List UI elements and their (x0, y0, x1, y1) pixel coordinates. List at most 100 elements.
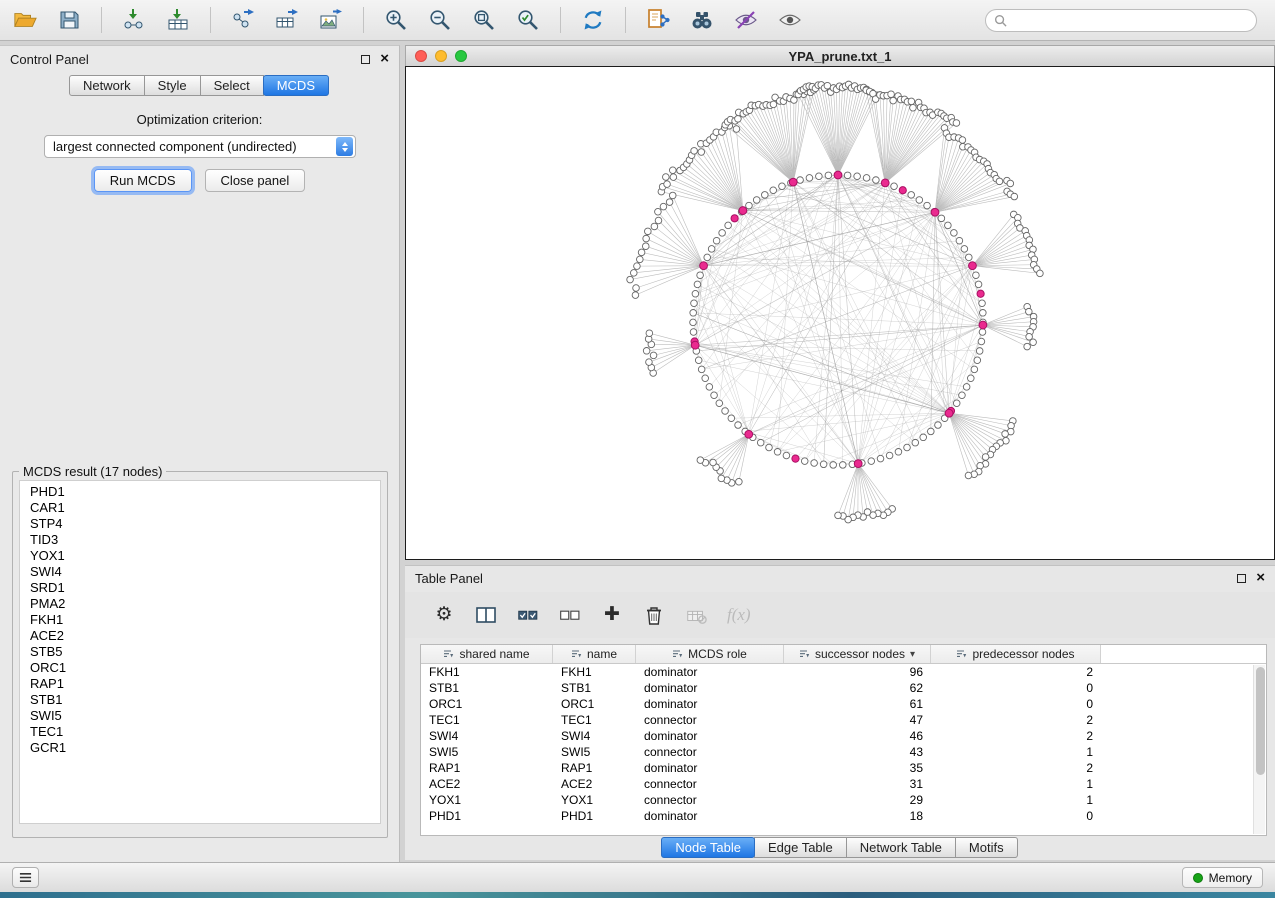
zoom-window-icon[interactable] (455, 50, 467, 62)
columns-icon (475, 604, 497, 626)
table-row[interactable]: STB1STB1dominator620 (421, 680, 1266, 696)
import-network-button[interactable] (119, 5, 149, 35)
table-row[interactable]: YOX1YOX1connector291 (421, 792, 1266, 808)
mcds-result-item[interactable]: STP4 (30, 516, 380, 532)
table-row[interactable]: ACE2ACE2connector311 (421, 776, 1266, 792)
network-graph[interactable] (406, 67, 1274, 559)
table-cell: 0 (931, 680, 1101, 696)
export-image-button[interactable] (316, 5, 346, 35)
mcds-result-item[interactable]: PMA2 (30, 596, 380, 612)
tab-select[interactable]: Select (200, 75, 264, 96)
tab-motifs[interactable]: Motifs (955, 837, 1018, 858)
deselect-all-rows-button[interactable] (559, 603, 581, 627)
mcds-result-item[interactable]: SRD1 (30, 580, 380, 596)
zoom-in-button[interactable] (381, 5, 411, 35)
hide-selected-button[interactable] (731, 5, 761, 35)
mcds-result-item[interactable]: YOX1 (30, 548, 380, 564)
select-all-rows-button[interactable] (517, 603, 539, 627)
scrollbar-thumb[interactable] (1256, 667, 1265, 775)
table-row[interactable]: ORC1ORC1dominator610 (421, 696, 1266, 712)
tab-network[interactable]: Network (69, 75, 145, 96)
column-sort-icon (443, 649, 454, 659)
save-session-button[interactable] (54, 5, 84, 35)
zoom-fit-button[interactable] (469, 5, 499, 35)
mcds-result-item[interactable]: TEC1 (30, 724, 380, 740)
float-table-panel-icon[interactable] (1237, 574, 1246, 583)
mcds-result-item[interactable]: STB1 (30, 692, 380, 708)
mcds-result-item[interactable]: STB5 (30, 644, 380, 660)
import-table-button (685, 603, 707, 627)
table-mode-button[interactable]: ⚙ (433, 603, 455, 627)
tab-mcds[interactable]: MCDS (263, 75, 329, 96)
plus-icon: ✚ (604, 605, 620, 625)
column-header-successor-nodes[interactable]: successor nodes▾ (784, 645, 931, 663)
open-session-button[interactable] (10, 5, 40, 35)
trash-icon (643, 604, 665, 626)
table-row[interactable]: PHD1PHD1dominator180 (421, 808, 1266, 824)
table-row[interactable]: SWI5SWI5connector431 (421, 744, 1266, 760)
table-scrollbar[interactable] (1253, 665, 1265, 834)
mcds-result-item[interactable]: SWI5 (30, 708, 380, 724)
memory-button[interactable]: Memory (1182, 867, 1263, 888)
table-cell: dominator (636, 760, 784, 776)
tab-edge-table[interactable]: Edge Table (754, 837, 847, 858)
mcds-result-item[interactable]: CAR1 (30, 500, 380, 516)
mcds-result-item[interactable]: ACE2 (30, 628, 380, 644)
close-table-panel-icon[interactable]: × (1256, 573, 1265, 583)
search-input[interactable] (1012, 13, 1248, 28)
zoom-out-button[interactable] (425, 5, 455, 35)
table-row[interactable]: TEC1TEC1connector472 (421, 712, 1266, 728)
table-cell: FKH1 (553, 664, 636, 680)
export-document-button[interactable] (643, 5, 673, 35)
mcds-result-item[interactable]: FKH1 (30, 612, 380, 628)
table-row[interactable]: RAP1RAP1dominator352 (421, 760, 1266, 776)
table-row[interactable]: SWI4SWI4dominator462 (421, 728, 1266, 744)
table-body: FKH1FKH1dominator962STB1STB1dominator620… (421, 664, 1266, 824)
mcds-result-item[interactable]: TID3 (30, 532, 380, 548)
apply-layout-button[interactable] (578, 5, 608, 35)
eye-icon (778, 8, 802, 32)
column-sort-icon (799, 649, 810, 659)
column-header-predecessor-nodes[interactable]: predecessor nodes (931, 645, 1101, 663)
float-panel-icon[interactable] (361, 55, 370, 64)
mcds-result-item[interactable]: GCR1 (30, 740, 380, 756)
mcds-result-item[interactable]: ORC1 (30, 660, 380, 676)
close-panel-button[interactable]: Close panel (205, 169, 306, 192)
column-header-MCDS-role[interactable]: MCDS role (636, 645, 784, 663)
sort-menu-icon[interactable]: ▾ (910, 649, 915, 660)
show-columns-button[interactable] (475, 603, 497, 627)
tab-style[interactable]: Style (144, 75, 201, 96)
minimize-window-icon[interactable] (435, 50, 447, 62)
table-panel-tabs: Node TableEdge TableNetwork TableMotifs (405, 837, 1275, 858)
folder-open-icon (13, 8, 37, 32)
table-cell: connector (636, 792, 784, 808)
mcds-result-list[interactable]: PHD1CAR1STP4TID3YOX1SWI4SRD1PMA2FKH1ACE2… (19, 480, 381, 824)
node-table: shared namenameMCDS rolesuccessor nodes▾… (420, 644, 1267, 836)
column-header-shared-name[interactable]: shared name (421, 645, 553, 663)
run-mcds-button[interactable]: Run MCDS (94, 169, 192, 192)
show-all-button[interactable] (775, 5, 805, 35)
mcds-result-item[interactable]: RAP1 (30, 676, 380, 692)
export-table-button[interactable] (272, 5, 302, 35)
mcds-result-item[interactable]: PHD1 (30, 484, 380, 500)
column-header-name[interactable]: name (553, 645, 636, 663)
zoom-selected-button[interactable] (513, 5, 543, 35)
network-canvas[interactable] (405, 66, 1275, 560)
tab-node-table[interactable]: Node Table (661, 837, 755, 858)
network-window-titlebar[interactable]: YPA_prune.txt_1 (405, 45, 1275, 66)
table-cell: 62 (784, 680, 931, 696)
close-panel-icon[interactable]: × (380, 54, 389, 64)
delete-column-button[interactable] (643, 603, 665, 627)
criterion-select[interactable]: largest connected component (undirected) (44, 135, 356, 158)
tab-network-table[interactable]: Network Table (846, 837, 956, 858)
status-menu-button[interactable] (12, 867, 39, 888)
add-column-button[interactable]: ✚ (601, 603, 623, 627)
find-button[interactable] (687, 5, 717, 35)
search-box[interactable] (985, 9, 1257, 32)
gear-icon: ⚙ (435, 605, 452, 625)
close-window-icon[interactable] (415, 50, 427, 62)
export-network-button[interactable] (228, 5, 258, 35)
import-table-button[interactable] (163, 5, 193, 35)
mcds-result-item[interactable]: SWI4 (30, 564, 380, 580)
table-row[interactable]: FKH1FKH1dominator962 (421, 664, 1266, 680)
